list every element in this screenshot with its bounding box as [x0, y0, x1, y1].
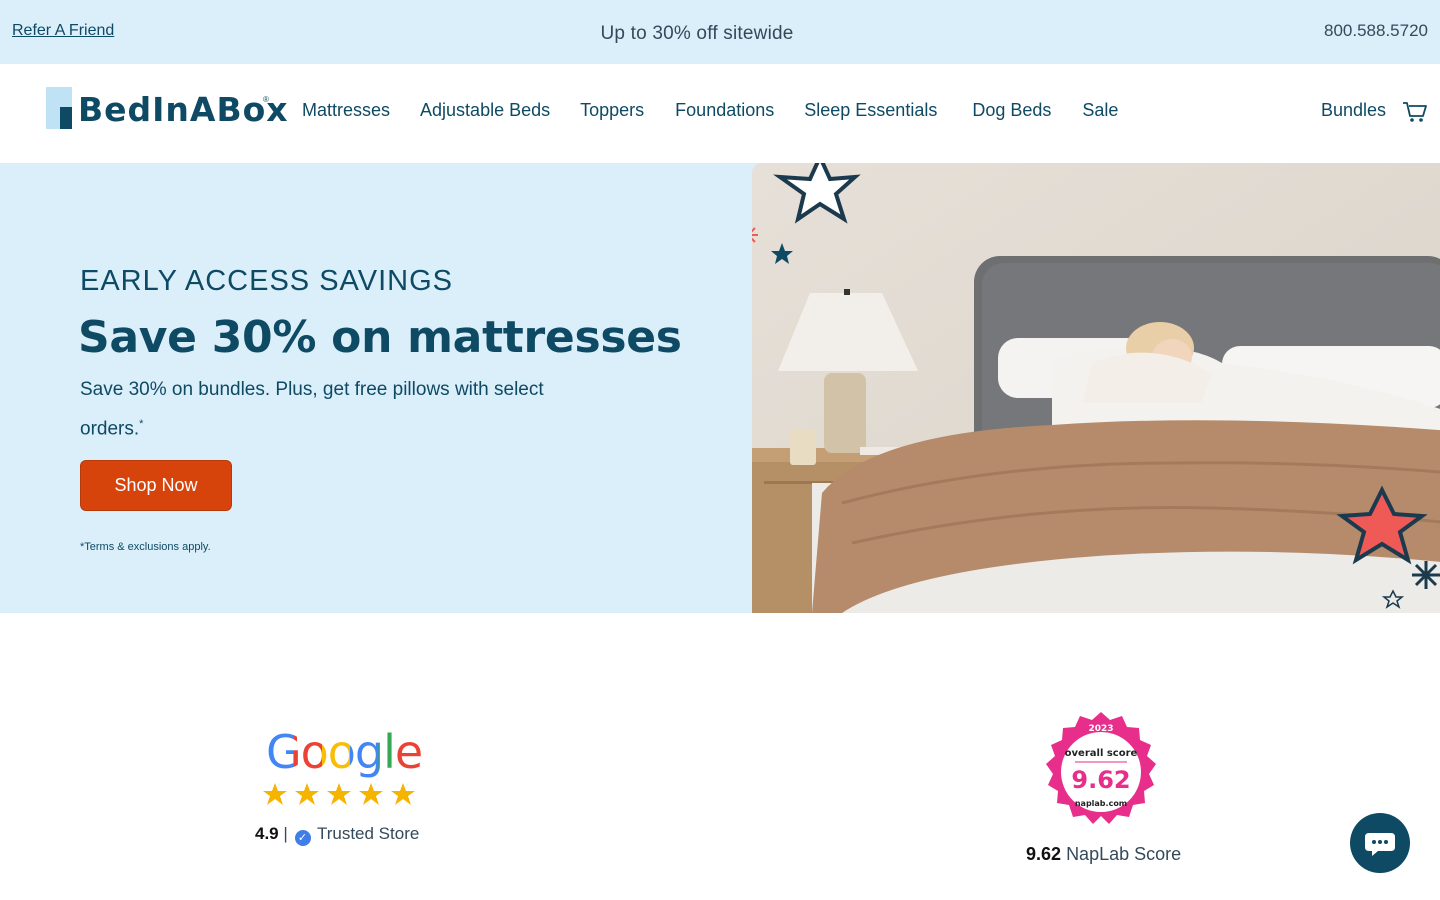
- cart-icon[interactable]: [1402, 100, 1428, 124]
- naplab-score-value: 9.62: [1026, 844, 1062, 864]
- logo-registered-mark: ®: [263, 95, 269, 104]
- google-star-rating: [263, 782, 415, 813]
- hero-subtext: Save 30% on bundles. Plus, get free pill…: [80, 373, 580, 446]
- announcement-bar: Refer A Friend Up to 30% off sitewide 80…: [0, 0, 1440, 64]
- star-icon: [295, 783, 319, 805]
- promo-banner-text: Up to 30% off sitewide: [600, 23, 794, 44]
- hero-banner: EARLY ACCESS SAVINGS Save 30% on mattres…: [0, 163, 1440, 613]
- star-icon: [327, 783, 351, 805]
- google-rating-value: 4.9: [255, 824, 279, 843]
- naplab-score-label: NapLab Score: [1066, 844, 1182, 864]
- hero-bedroom-image: [752, 163, 1440, 613]
- hero-eyebrow: EARLY ACCESS SAVINGS: [80, 265, 453, 297]
- phone-number-link[interactable]: 800.588.5720: [1324, 21, 1428, 41]
- nav-sale[interactable]: Sale: [1082, 100, 1118, 121]
- hero-headline: Save 30% on mattresses: [78, 312, 682, 363]
- shop-now-button[interactable]: Shop Now: [80, 460, 232, 511]
- nav-foundations[interactable]: Foundations: [675, 100, 774, 121]
- hero-subtext-body: Save 30% on bundles. Plus, get free pill…: [80, 379, 544, 440]
- chat-bubble-icon: [1365, 833, 1395, 856]
- google-rating-line: 4.9 | ✓ Trusted Store: [255, 824, 419, 846]
- naplab-score-badge[interactable]: 2023 overall score 9.62 naplab.com 9.62 …: [1020, 710, 1190, 870]
- naplab-score-line: 9.62 NapLab Score: [1026, 844, 1181, 865]
- star-icon: [391, 783, 415, 805]
- nav-adjustable-beds[interactable]: Adjustable Beds: [420, 100, 550, 121]
- bedinabox-logo[interactable]: BedInABox ®: [46, 87, 288, 133]
- naplab-seal-icon: 2023 overall score 9.62 naplab.com: [1046, 712, 1156, 824]
- star-icon: [263, 783, 287, 805]
- nav-mattresses[interactable]: Mattresses: [302, 100, 390, 121]
- nav-sleep-essentials[interactable]: Sleep Essentials: [804, 100, 937, 121]
- hero-subtext-asterisk: *: [139, 418, 144, 430]
- verified-check-icon: ✓: [294, 830, 311, 846]
- google-logo-text: Google: [266, 725, 423, 779]
- logo-wordmark: BedInABox: [78, 90, 289, 129]
- main-nav: Mattresses Adjustable Beds Toppers Found…: [302, 100, 1118, 121]
- star-icon: [359, 783, 383, 805]
- bundles-link[interactable]: Bundles: [1321, 100, 1386, 121]
- terms-disclaimer: *Terms & exclusions apply.: [80, 541, 211, 553]
- site-header: BedInABox ® Mattresses Adjustable Beds T…: [0, 64, 1440, 163]
- naplab-badge-year: 2023: [1088, 724, 1113, 734]
- google-trusted-label: Trusted Store: [316, 824, 420, 843]
- naplab-badge-value: 9.62: [1071, 766, 1130, 794]
- google-logo: Google: [266, 725, 423, 779]
- google-reviews-badge[interactable]: Google 4.9 | ✓ Trusted Store: [238, 725, 438, 855]
- chat-launcher-button[interactable]: [1350, 813, 1410, 873]
- naplab-badge-site: naplab.com: [1075, 799, 1127, 808]
- nav-toppers[interactable]: Toppers: [580, 100, 644, 121]
- logo-mark-dark: [60, 107, 72, 129]
- nav-dog-beds[interactable]: Dog Beds: [972, 100, 1051, 121]
- naplab-badge-label: overall score: [1065, 748, 1138, 759]
- rating-divider: |: [283, 824, 288, 843]
